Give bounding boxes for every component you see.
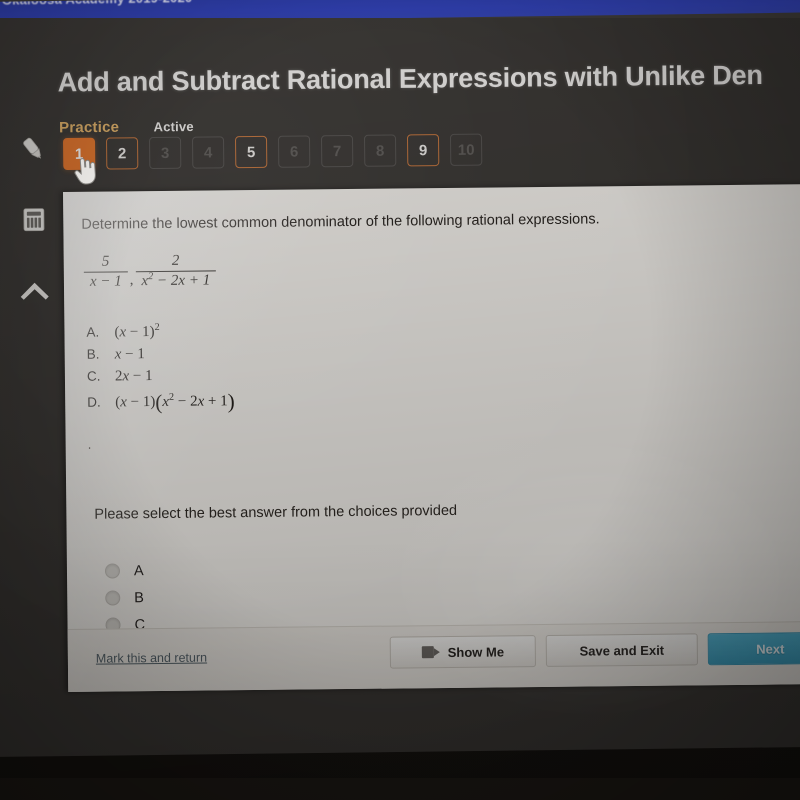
photographed-screen: Okaloosa Academy 2019-2020 Add and Subtr…: [0, 0, 800, 800]
stray-mark: .: [87, 436, 92, 452]
question-nav-item-label: 1: [74, 145, 84, 163]
fraction-one-denominator: x − 1: [84, 273, 128, 292]
question-nav-item-10[interactable]: 10: [449, 133, 483, 166]
card-footer: Mark this and return Show Me Save and Ex…: [67, 621, 800, 692]
tool-rail[interactable]: [4, 131, 64, 312]
question-nav-item-9[interactable]: 9: [406, 134, 440, 167]
mark-this-and-return-link[interactable]: Mark this and return: [96, 651, 207, 666]
question-nav-item-label: 4: [203, 143, 213, 162]
calculator-icon: [19, 204, 49, 239]
question-card: Determine the lowest common denominator …: [63, 184, 800, 692]
radio-button-icon[interactable]: [105, 590, 121, 606]
answer-option-D: D. (x − 1)(x2 − 2x + 1): [87, 389, 235, 416]
answer-radio-A[interactable]: A: [104, 557, 145, 584]
fraction-one: 5 x − 1: [83, 253, 128, 292]
radio-button-icon[interactable]: [104, 563, 121, 579]
selection-instruction: Please select the best answer from the c…: [94, 502, 458, 523]
answer-radio-group[interactable]: ABC: [104, 557, 145, 638]
next-button[interactable]: Next: [707, 631, 800, 666]
lesson-subheader: Practice Active: [59, 118, 194, 137]
show-me-button[interactable]: Show Me: [389, 635, 537, 669]
question-nav-item-8[interactable]: 8: [363, 134, 397, 167]
desk-surface-lower: [0, 746, 800, 800]
answer-radio-label: A: [133, 562, 144, 579]
site-banner-text: Okaloosa Academy 2019-2020: [2, 0, 193, 8]
practice-label: Practice: [59, 118, 120, 137]
question-number-nav[interactable]: 1 2 3 4 5 6 7 8 9 10: [63, 133, 483, 170]
fraction-two: 2 x2 − 2x + 1: [135, 252, 217, 291]
save-and-exit-label: Save and Exit: [579, 642, 665, 659]
question-nav-item-label: 7: [332, 142, 342, 160]
show-me-label: Show Me: [447, 643, 505, 660]
fraction-two-denominator: x2 − 2x + 1: [135, 271, 216, 291]
question-nav-item-label: 2: [117, 144, 127, 162]
fraction-two-den-rest: − 2x + 1: [153, 272, 211, 290]
save-and-exit-button[interactable]: Save and Exit: [545, 633, 698, 667]
video-camera-icon: [421, 646, 440, 659]
status-badge: Active: [153, 118, 194, 135]
answer-option-list: A. (x − 1)2 B. x − 1 C. 2x − 1 D. (x − 1)(x2 − …: [86, 321, 235, 421]
question-nav-item-1[interactable]: 1: [63, 137, 96, 170]
question-nav-item-label: 3: [160, 144, 170, 162]
answer-option-expression: x − 1: [114, 346, 145, 363]
answer-option-B: B. x − 1: [87, 345, 235, 364]
question-nav-item-label: 9: [418, 141, 428, 159]
answer-radio-B[interactable]: B: [105, 584, 145, 611]
question-nav-item-6[interactable]: 6: [277, 135, 311, 168]
question-nav-item-label: 6: [289, 143, 299, 161]
highlighter-icon: [17, 133, 49, 170]
question-nav-item-label: 5: [246, 143, 256, 161]
question-nav-item-3[interactable]: 3: [148, 136, 182, 170]
question-nav-item-5[interactable]: 5: [234, 135, 268, 169]
fraction-one-numerator: 5: [101, 253, 110, 270]
answer-option-letter: B.: [86, 346, 100, 362]
question-prompt: Determine the lowest common denominator …: [81, 211, 600, 233]
question-nav-item-4[interactable]: 4: [191, 136, 225, 169]
answer-option-letter: D.: [87, 394, 101, 410]
expression-separator: ,: [129, 271, 134, 288]
answer-option-expression: (x − 1)(x2 − 2x + 1): [115, 389, 235, 415]
question-nav-item-label: 10: [457, 141, 475, 159]
calculator-tool-button[interactable]: [11, 201, 57, 241]
rational-expressions: 5 x − 1 , 2 x2 − 2x + 1: [83, 252, 217, 292]
answer-option-expression: 2x − 1: [114, 368, 153, 385]
answer-option-A: A. (x − 1)2: [86, 321, 234, 342]
highlighter-tool-button[interactable]: [10, 131, 56, 171]
answer-radio-label: B: [134, 589, 145, 606]
fraction-two-numerator: 2: [171, 252, 180, 269]
up-arrow-icon: [18, 276, 52, 307]
next-label: Next: [756, 640, 785, 657]
question-nav-item-label: 8: [375, 142, 385, 160]
answer-option-letter: C.: [86, 368, 101, 384]
scroll-up-button[interactable]: [11, 271, 57, 311]
answer-option-expression: (x − 1)2: [114, 321, 160, 341]
answer-option-C: C. 2x − 1: [87, 367, 235, 386]
question-nav-item-2[interactable]: 2: [105, 137, 139, 170]
fraction-one-den-rest: − 1: [96, 273, 122, 290]
answer-option-letter: A.: [86, 324, 100, 340]
question-nav-item-7[interactable]: 7: [320, 134, 354, 168]
